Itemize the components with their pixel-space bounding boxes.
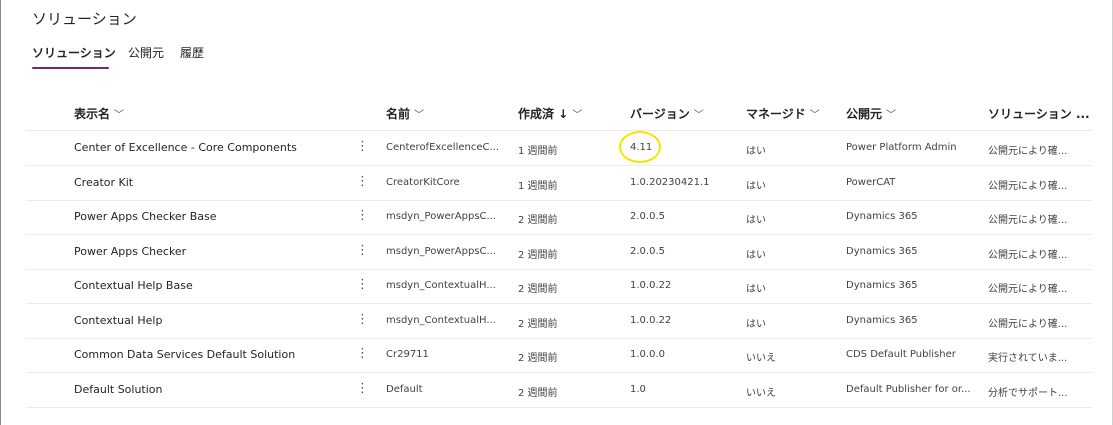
column-header-display-name[interactable]: 表示名 ﹀ xyxy=(74,105,124,122)
publisher-value: Dynamics 365 xyxy=(846,211,918,222)
managed-value: はい xyxy=(746,250,766,261)
solution-name: Cr29711 xyxy=(386,349,429,360)
column-header-created[interactable]: 作成済 ↓ ﹀ xyxy=(518,105,582,122)
chevron-down-icon: ﹀ xyxy=(886,110,897,121)
version-value: 2.0.0.5 xyxy=(630,246,665,257)
column-header-version[interactable]: バージョン ﹀ xyxy=(630,105,704,122)
solution-status-value: 公開元により確... xyxy=(988,215,1068,226)
created-value: 2 週間前 xyxy=(518,353,558,364)
more-options-icon[interactable]: ⋮ xyxy=(356,312,369,327)
table-row[interactable]: Default Solution ⋮ Default 2 週間前 1.0 いいえ… xyxy=(26,373,1092,408)
created-value: 2 週間前 xyxy=(518,250,558,261)
created-value: 2 週間前 xyxy=(518,319,558,330)
managed-value: いいえ xyxy=(746,388,776,399)
version-value: 1.0.20230421.1 xyxy=(630,177,710,188)
page-title: ソリューション xyxy=(32,10,137,28)
managed-value: はい xyxy=(746,146,766,157)
window-left-border xyxy=(0,0,1,425)
version-value: 1.0 xyxy=(630,384,646,395)
solution-name: msdyn_PowerAppsC... xyxy=(386,246,497,257)
created-value: 1 週間前 xyxy=(518,146,558,157)
publisher-value: CDS Default Publisher xyxy=(846,349,956,360)
display-name-link[interactable]: Power Apps Checker xyxy=(74,245,344,258)
table-row[interactable]: Common Data Services Default Solution ⋮ … xyxy=(26,338,1092,373)
more-options-icon[interactable]: ⋮ xyxy=(356,381,369,396)
display-name-link[interactable]: Common Data Services Default Solution xyxy=(74,348,344,361)
solution-status-value: 公開元により確... xyxy=(988,181,1068,192)
created-value: 1 週間前 xyxy=(518,181,558,192)
more-options-icon[interactable]: ⋮ xyxy=(356,174,369,189)
table-row[interactable]: Contextual Help ⋮ msdyn_ContextualH... 2… xyxy=(26,304,1092,339)
table-row[interactable]: Center of Excellence - Core Components ⋮… xyxy=(26,131,1092,166)
chevron-down-icon: ﹀ xyxy=(693,110,704,121)
display-name-link[interactable]: Contextual Help Base xyxy=(74,279,344,292)
more-options-icon[interactable]: ⋮ xyxy=(356,346,369,361)
solution-name: msdyn_PowerAppsC... xyxy=(386,211,497,222)
chevron-down-icon: ﹀ xyxy=(114,110,125,121)
created-value: 2 週間前 xyxy=(518,215,558,226)
publisher-value: Power Platform Admin xyxy=(846,142,957,153)
more-options-icon[interactable]: ⋮ xyxy=(356,139,369,154)
managed-value: はい xyxy=(746,181,766,192)
active-tab-indicator xyxy=(32,67,109,69)
display-name-link[interactable]: Center of Excellence - Core Components xyxy=(74,141,344,154)
more-options-icon[interactable]: ⋮ xyxy=(356,208,369,223)
solution-status-value: 公開元により確... xyxy=(988,284,1068,295)
version-value: 4.11 xyxy=(630,142,653,153)
tab-publishers[interactable]: 公開元 xyxy=(128,44,164,61)
chevron-down-icon: ﹀ xyxy=(572,110,583,121)
version-value: 2.0.0.5 xyxy=(630,211,665,222)
table-row[interactable]: Creator Kit ⋮ CreatorKitCore 1 週間前 1.0.2… xyxy=(26,166,1092,201)
solution-status-value: 公開元により確... xyxy=(988,250,1068,261)
display-name-link[interactable]: Creator Kit xyxy=(74,176,344,189)
solution-name: msdyn_ContextualH... xyxy=(386,280,496,291)
created-value: 2 週間前 xyxy=(518,388,558,399)
table-row[interactable]: Power Apps Checker Base ⋮ msdyn_PowerApp… xyxy=(26,200,1092,235)
chevron-down-icon: ﹀ xyxy=(414,110,425,121)
publisher-value: Dynamics 365 xyxy=(846,280,918,291)
more-options-icon[interactable]: ⋮ xyxy=(356,243,369,258)
publisher-value: Dynamics 365 xyxy=(846,315,918,326)
chevron-down-icon: ﹀ xyxy=(809,110,820,121)
display-name-link[interactable]: Default Solution xyxy=(74,383,344,396)
table-row[interactable]: Power Apps Checker ⋮ msdyn_PowerAppsC...… xyxy=(26,235,1092,270)
more-options-icon[interactable]: ⋮ xyxy=(356,277,369,292)
publisher-value: PowerCAT xyxy=(846,177,896,188)
solution-name: CenterofExcellenceC... xyxy=(386,142,500,153)
solution-status-value: 実行されていま... xyxy=(988,353,1068,364)
managed-value: はい xyxy=(746,284,766,295)
managed-value: いいえ xyxy=(746,353,776,364)
tab-solutions[interactable]: ソリューション xyxy=(32,44,116,61)
solution-name: msdyn_ContextualH... xyxy=(386,315,496,326)
display-name-link[interactable]: Power Apps Checker Base xyxy=(74,210,344,223)
version-value: 1.0.0.22 xyxy=(630,280,672,291)
grid-header: 表示名 ﹀ 名前 ﹀ 作成済 ↓ ﹀ バージョン ﹀ マネージド ﹀ 公開元 ﹀ ソリューシ… xyxy=(26,96,1092,131)
managed-value: はい xyxy=(746,319,766,330)
column-header-publisher[interactable]: 公開元 ﹀ xyxy=(846,105,896,122)
solution-status-value: 公開元により確... xyxy=(988,319,1068,330)
table-row[interactable]: Contextual Help Base ⋮ msdyn_ContextualH… xyxy=(26,269,1092,304)
tab-history[interactable]: 履歴 xyxy=(180,44,204,61)
publisher-value: Dynamics 365 xyxy=(846,246,918,257)
managed-value: はい xyxy=(746,215,766,226)
created-value: 2 週間前 xyxy=(518,284,558,295)
solution-name: CreatorKitCore xyxy=(386,177,460,188)
solution-status-value: 公開元により確... xyxy=(988,146,1068,157)
column-header-solution-status[interactable]: ソリューション ... xyxy=(988,105,1090,122)
publisher-value: Default Publisher for or... xyxy=(846,384,971,395)
solution-status-value: 分析でサポート... xyxy=(988,388,1068,399)
solution-name: Default xyxy=(386,384,423,395)
column-header-managed[interactable]: マネージド ﹀ xyxy=(746,105,820,122)
version-value: 1.0.0.0 xyxy=(630,349,665,360)
display-name-link[interactable]: Contextual Help xyxy=(74,314,344,327)
column-header-name[interactable]: 名前 ﹀ xyxy=(386,105,424,122)
version-value: 1.0.0.22 xyxy=(630,315,672,326)
